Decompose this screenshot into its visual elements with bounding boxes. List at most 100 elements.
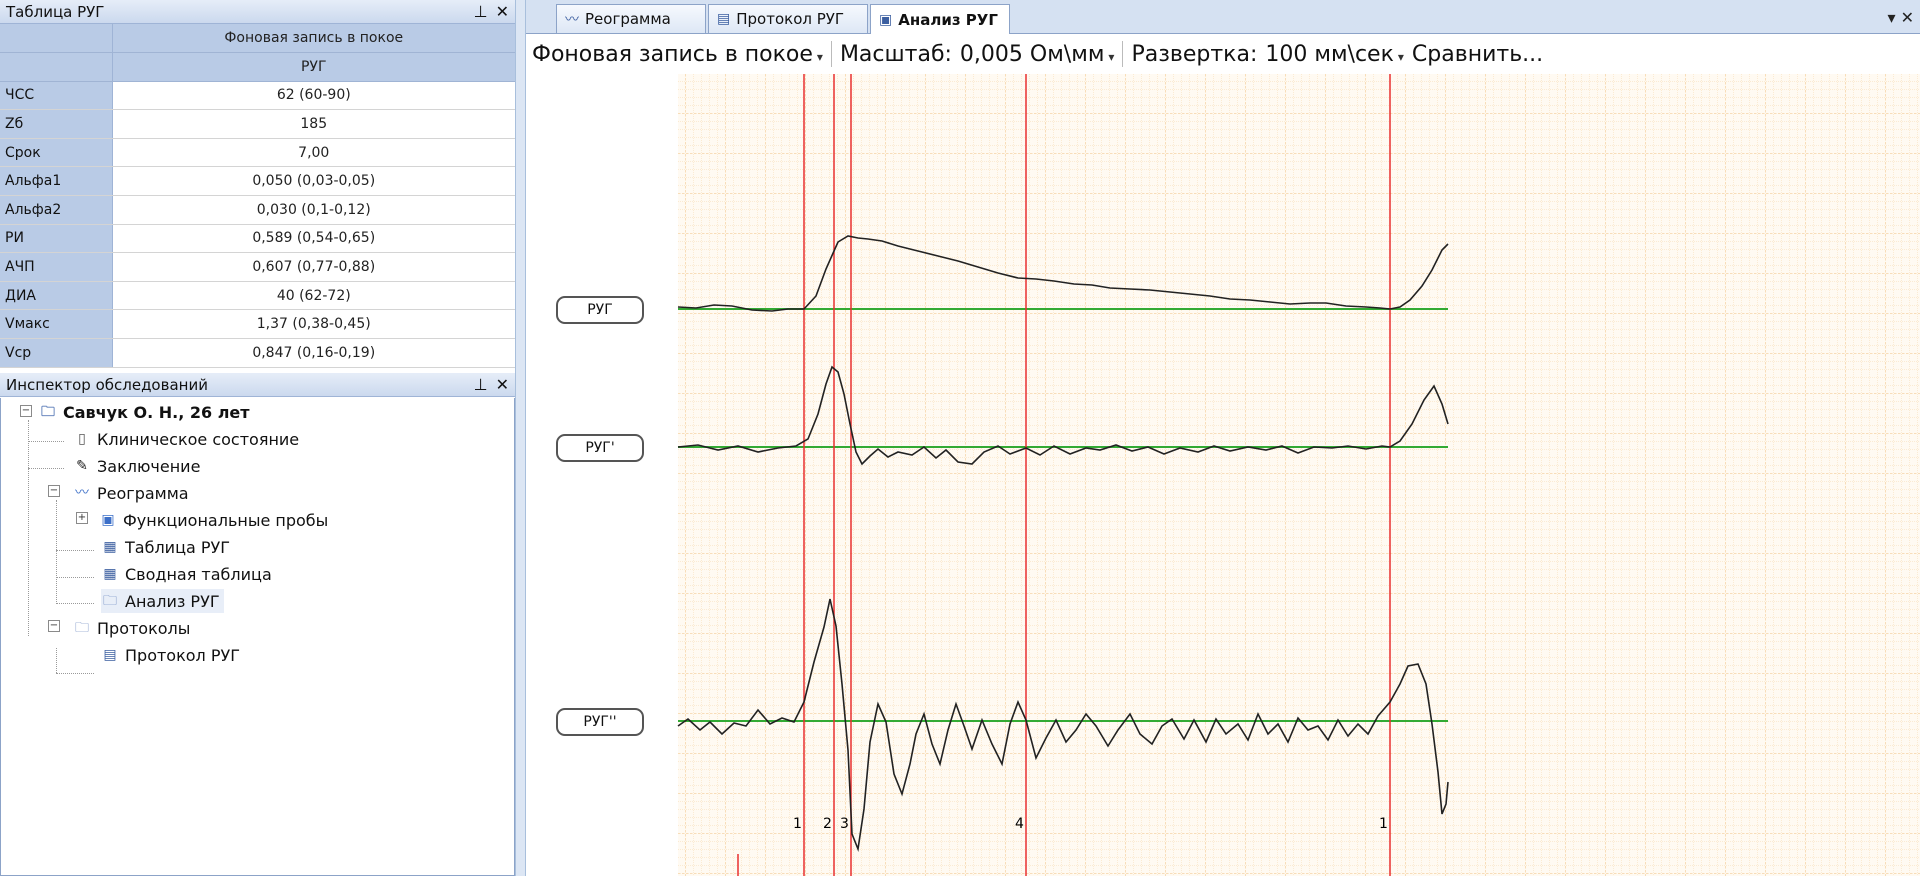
tab-analysis[interactable]: ▣ Анализ РУГ	[870, 4, 1010, 34]
inspector-tree: − 🗀 Савчук О. Н., 26 лет ▯ Клиническое с…	[0, 398, 515, 876]
table-corner	[0, 24, 113, 54]
channel-rug-button[interactable]: РУГ	[556, 296, 644, 324]
protocol-icon: ▤	[717, 11, 731, 27]
row-value: 0,030 (0,1-0,12)	[112, 195, 515, 225]
tree-analysis[interactable]: 🗀 Анализ РУГ	[101, 589, 224, 613]
compare-button[interactable]: Сравнить...	[1412, 42, 1543, 67]
tree-conclusion[interactable]: ✎ Заключение	[73, 454, 200, 478]
inspector-title: Инспектор обследований	[6, 375, 208, 394]
scale-label: Масштаб:	[839, 41, 952, 67]
row-label: АЧП	[0, 252, 113, 282]
tree-line	[28, 468, 64, 469]
tests-icon: ▣	[101, 512, 115, 528]
chevron-down-icon: ▾	[1397, 49, 1404, 64]
marker-label-1: 1	[793, 816, 802, 832]
pin-icon[interactable]: ⊥	[474, 2, 488, 21]
inspector-header: Инспектор обследований ⊥ ✕	[0, 373, 515, 397]
expander[interactable]: +	[76, 512, 88, 524]
row-label: Vср	[0, 338, 113, 368]
table-icon: ▦	[103, 566, 117, 582]
tree-line	[56, 603, 94, 604]
marker-label-1b: 1	[1379, 816, 1388, 832]
table-row[interactable]: РИ 0,589 (0,54-0,65)	[0, 224, 515, 254]
table-row[interactable]: ЧСС 62 (60-90)	[0, 81, 515, 111]
column-header-record: Фоновая запись в покое	[112, 24, 515, 54]
chevron-down-icon: ▾	[1108, 49, 1115, 64]
tree-line	[28, 420, 29, 636]
row-label: РИ	[0, 224, 113, 254]
pin-icon[interactable]: ⊥	[474, 375, 488, 394]
table-row[interactable]: Срок 7,00	[0, 138, 515, 168]
row-value: 185	[112, 109, 515, 139]
tree-protocol-rug[interactable]: ▤ Протокол РУГ	[101, 643, 240, 667]
folder-icon: 🗀	[75, 620, 89, 636]
close-icon[interactable]: ✕	[1901, 8, 1914, 27]
channel-rug-d2-button[interactable]: РУГ''	[556, 708, 644, 736]
record-select[interactable]: Фоновая запись в покое ▾	[532, 42, 823, 67]
edit-icon: ✎	[76, 458, 88, 474]
analysis-icon: ▣	[879, 11, 893, 28]
tree-func-tests[interactable]: ▣ Функциональные пробы	[99, 508, 328, 532]
splitter[interactable]	[515, 0, 526, 876]
row-label: Альфа2	[0, 195, 113, 225]
separator	[1122, 41, 1124, 67]
row-label: ЧСС	[0, 81, 113, 111]
tree-table-rug[interactable]: ▦ Таблица РУГ	[101, 535, 230, 559]
folder-icon: 🗀	[103, 593, 117, 609]
tree-patient[interactable]: 🗀 Савчук О. Н., 26 лет	[39, 400, 250, 424]
table-row[interactable]: Vмакс 1,37 (0,38-0,45)	[0, 309, 515, 340]
row-value: 0,050 (0,03-0,05)	[112, 166, 515, 197]
row-value: 0,607 (0,77-0,88)	[112, 252, 515, 282]
table-row[interactable]: Zб 185	[0, 109, 515, 139]
tree-protocols[interactable]: 🗀 Протоколы	[73, 616, 190, 640]
row-label: Zб	[0, 109, 113, 139]
wave-icon: 〰	[565, 12, 579, 28]
table-row[interactable]: АЧП 0,607 (0,77-0,88)	[0, 252, 515, 282]
table-row[interactable]: Альфа1 0,050 (0,03-0,05)	[0, 166, 515, 197]
close-icon[interactable]: ✕	[496, 375, 509, 394]
row-label: Vмакс	[0, 309, 113, 340]
tree-line	[56, 550, 94, 551]
row-value: 1,37 (0,38-0,45)	[112, 309, 515, 340]
marker-label-4: 4	[1015, 816, 1024, 832]
tree-reogram[interactable]: 〰 Реограмма	[73, 481, 189, 505]
close-icon[interactable]: ✕	[496, 2, 509, 21]
expander[interactable]: −	[48, 620, 60, 632]
wave-icon: 〰	[75, 485, 89, 501]
row-label: Срок	[0, 138, 113, 168]
tab-protocol[interactable]: ▤ Протокол РУГ	[708, 4, 868, 33]
document-icon: ▯	[78, 431, 86, 447]
tree-clinical[interactable]: ▯ Клиническое состояние	[73, 427, 299, 451]
row-value: 62 (60-90)	[112, 81, 515, 111]
scale-select[interactable]: 0,005 Ом\мм ▾	[960, 42, 1115, 67]
row-value: 0,847 (0,16-0,19)	[112, 338, 515, 368]
table-row[interactable]: ДИА 40 (62-72)	[0, 281, 515, 311]
row-label: ДИА	[0, 281, 113, 311]
expander[interactable]: −	[48, 485, 60, 497]
column-header-rug: РУГ	[112, 52, 515, 82]
folder-icon: 🗀	[41, 404, 55, 420]
table-row[interactable]: Альфа2 0,030 (0,1-0,12)	[0, 195, 515, 225]
expander[interactable]: −	[20, 405, 32, 417]
tree-line	[28, 441, 64, 442]
table-row[interactable]: Vср 0,847 (0,16-0,19)	[0, 338, 515, 368]
sweep-select[interactable]: 100 мм\сек ▾	[1265, 42, 1404, 67]
rug-table-title: Таблица РУГ	[6, 2, 105, 21]
separator	[830, 41, 832, 67]
tree-line	[56, 577, 94, 578]
chevron-down-icon: ▾	[816, 49, 823, 64]
tab-reogram[interactable]: 〰 Реограмма	[556, 4, 706, 33]
row-value: 7,00	[112, 138, 515, 168]
tab-bar: 〰 Реограмма ▤ Протокол РУГ ▣ Анализ РУГ …	[526, 0, 1920, 34]
rheogram-canvas[interactable]	[526, 74, 1920, 876]
marker-label-2: 2	[823, 816, 832, 832]
rheogram-plot[interactable]: РУГ РУГ' РУГ'' 1 2 3 4 1	[526, 74, 1920, 876]
tree-summary[interactable]: ▦ Сводная таблица	[101, 562, 271, 586]
rug-table: Фоновая запись в покое РУГ ЧСС 62 (60-90)…	[0, 24, 515, 368]
grid	[678, 74, 1920, 876]
tab-controls: ▾ ✕	[1887, 8, 1914, 27]
rug-table-header: Таблица РУГ ⊥ ✕	[0, 0, 515, 24]
channel-rug-d1-button[interactable]: РУГ'	[556, 434, 644, 462]
row-value: 0,589 (0,54-0,65)	[112, 224, 515, 254]
chevron-down-icon[interactable]: ▾	[1887, 8, 1895, 27]
